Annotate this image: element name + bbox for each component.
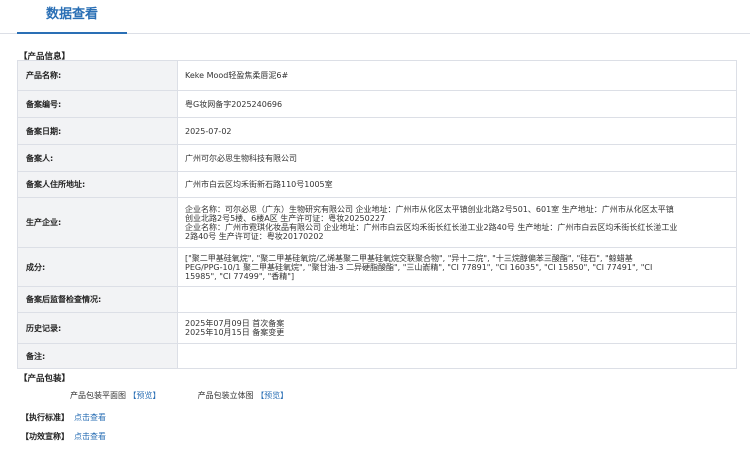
packaging-stereo-preview-link[interactable]: 【预览】 (256, 390, 288, 401)
packaging-title: 【产品包装】 (19, 374, 71, 384)
filing-number-value: 粤G妆网备字2025240696 (177, 90, 737, 118)
manufacturer-line: 2路40号 生产许可证：粤妆20170202 (185, 231, 324, 241)
table-row: 产品名称: Keke Mood轻盈焦柔唇泥6# (17, 60, 737, 91)
ingredients-line: ["聚二甲基硅氧烷", "聚二甲基硅氧烷/乙烯基聚二甲基硅氧烷交联聚合物", "… (185, 253, 633, 263)
tab-data-view[interactable]: 数据查看 (17, 0, 127, 34)
row-label: 备注: (17, 343, 178, 369)
row-label: 备案人: (17, 144, 178, 172)
standard-view-link[interactable]: 点击查看 (74, 413, 106, 422)
manufacturer-line: 企业名称：广州市霓琪化妆品有限公司 企业地址：广州市白云区均禾街长红长湴工业2路… (185, 222, 678, 232)
table-row: 备案后监督检查情况: (17, 286, 737, 313)
table-row: 备案人住所地址: 广州市白云区均禾街新石路110号1005室 (17, 171, 737, 198)
manufacturer-line: 创业北路2号5楼、6楼A区 生产许可证：粤妆20250227 (185, 213, 386, 223)
table-row: 备注: (17, 343, 737, 369)
filer-value: 广州可尔必思生物科技有限公司 (177, 144, 737, 172)
row-label: 备案后监督检查情况: (17, 286, 178, 313)
manufacturer-line: 企业名称：可尔必思（广东）生物研究有限公司 企业地址：广州市从化区太平镇创业北路… (185, 204, 674, 214)
row-label: 备案人住所地址: (17, 171, 178, 198)
row-label: 成分: (17, 247, 178, 287)
table-row: 备案日期: 2025-07-02 (17, 117, 737, 145)
history-line: 2025年10月15日 备案变更 (185, 328, 285, 337)
tab-bar: 数据查看 (0, 0, 750, 34)
manufacturer-value: 企业名称：可尔必思（广东）生物研究有限公司 企业地址：广州市从化区太平镇创业北路… (177, 197, 737, 248)
table-row: 备案编号: 粤G妆网备字2025240696 (17, 90, 737, 118)
row-label: 生产企业: (17, 197, 178, 248)
filer-address-value: 广州市白云区均禾街新石路110号1005室 (177, 171, 737, 198)
packaging-row: 产品包装平面图 【预览】 产品包装立体图 【预览】 (70, 390, 288, 401)
filing-date-value: 2025-07-02 (177, 117, 737, 145)
efficacy-row: 【功效宣称】 点击查看 (21, 431, 106, 442)
ingredients-line: PEG/PPG-10/1 聚二甲基硅氧烷", "聚甘油-3 二异硬脂酸酯", "… (185, 262, 653, 272)
ingredients-value: ["聚二甲基硅氧烷", "聚二甲基硅氧烷/乙烯基聚二甲基硅氧烷交联聚合物", "… (177, 247, 737, 287)
product-name-value: Keke Mood轻盈焦柔唇泥6# (177, 60, 737, 91)
efficacy-label: 【功效宣称】 (21, 432, 69, 441)
efficacy-view-link[interactable]: 点击查看 (74, 432, 106, 441)
table-row: 备案人: 广州可尔必思生物科技有限公司 (17, 144, 737, 172)
packaging-stereo-label: 产品包装立体图 (197, 391, 254, 400)
ingredients-line: 15985", "CI 77499", "香精"] (185, 271, 295, 281)
history-value: 2025年07月09日 首次备案 2025年10月15日 备案变更 (177, 312, 737, 344)
standard-label: 【执行标准】 (21, 413, 69, 422)
table-row: 历史记录: 2025年07月09日 首次备案 2025年10月15日 备案变更 (17, 312, 737, 344)
table-row: 成分: ["聚二甲基硅氧烷", "聚二甲基硅氧烷/乙烯基聚二甲基硅氧烷交联聚合物… (17, 247, 737, 287)
table-row: 生产企业: 企业名称：可尔必思（广东）生物研究有限公司 企业地址：广州市从化区太… (17, 197, 737, 248)
packaging-flat-label: 产品包装平面图 (70, 391, 126, 400)
row-label: 备案编号: (17, 90, 178, 118)
standard-row: 【执行标准】 点击查看 (21, 412, 106, 423)
row-label: 历史记录: (17, 312, 178, 344)
product-info-table: 产品名称: Keke Mood轻盈焦柔唇泥6# 备案编号: 粤G妆网备字2025… (17, 60, 737, 369)
row-label: 备案日期: (17, 117, 178, 145)
history-line: 2025年07月09日 首次备案 (185, 319, 285, 328)
packaging-flat-preview-link[interactable]: 【预览】 (129, 390, 161, 401)
remarks-value (177, 343, 737, 369)
row-label: 产品名称: (17, 60, 178, 91)
supervision-value (177, 286, 737, 313)
